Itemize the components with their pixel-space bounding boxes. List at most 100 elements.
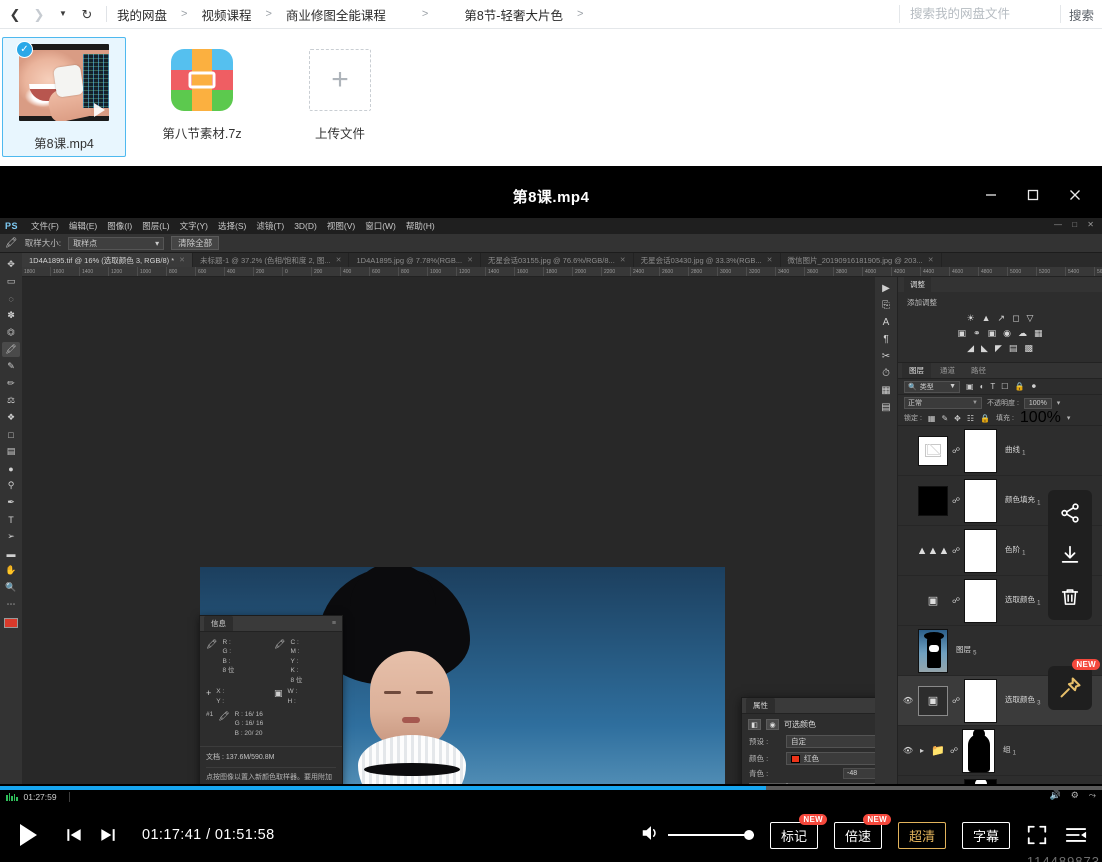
photo-filter-icon[interactable]: ◉ — [1003, 328, 1011, 339]
document-tab-5[interactable]: 微信图片_20190916181905.jpg @ 203... ✕ — [781, 253, 942, 267]
paragraph-panel-icon[interactable]: ¶ — [883, 334, 888, 345]
next-button[interactable] — [94, 821, 122, 849]
menu-select[interactable]: 选择(S) — [218, 220, 246, 232]
adjustments-header[interactable]: 调整 — [898, 277, 1102, 292]
table-row[interactable]: ☍ 曲线 1 — [898, 426, 1102, 476]
grid-panel-icon[interactable]: ▦ — [881, 385, 890, 396]
selected-check-icon[interactable]: ✓ — [16, 41, 33, 58]
info-palette-tab[interactable]: 信息 — [204, 616, 233, 631]
layer-mask-thumbnail[interactable] — [964, 428, 997, 473]
lock-artboard-icon[interactable]: ☷ — [967, 414, 974, 423]
threshold-icon[interactable]: ◤ — [995, 343, 1002, 354]
shape-tool-icon[interactable]: ▬ — [2, 546, 20, 561]
chevron-down-icon[interactable]: ▾ — [1067, 414, 1071, 422]
volume-slider[interactable] — [667, 828, 754, 842]
document-tab-3[interactable]: 无星会话03155.jpg @ 76.6%/RGB/8... ✕ — [481, 253, 634, 267]
tools-panel-icon[interactable]: ✂ — [882, 351, 890, 362]
mask-icon[interactable]: ◉ — [766, 719, 779, 730]
close-icon[interactable]: ✕ — [767, 256, 773, 264]
breadcrumb-item-1[interactable]: 视频课程 — [199, 5, 253, 24]
hue-saturation-icon[interactable]: ▣ — [958, 328, 967, 339]
path-selection-tool-icon[interactable]: ➢ — [2, 529, 20, 544]
marquee-tool-icon[interactable]: ▭ — [2, 274, 20, 289]
download-icon[interactable] — [1057, 542, 1083, 568]
opacity-value[interactable]: 100% — [1023, 397, 1052, 409]
layer-thumbnail-curves[interactable] — [918, 435, 948, 466]
tab-paths[interactable]: 路径 — [964, 363, 993, 378]
exit-fullscreen-icon[interactable]: ⤳ — [1089, 790, 1096, 801]
filter-smart-object-icon[interactable]: 🔒 — [1014, 382, 1024, 391]
photoshop-canvas[interactable]: ✧ 信息 ≡ 🖍 R : G : B : — [22, 277, 903, 862]
search-input[interactable] — [899, 0, 1060, 28]
upload-file-button[interactable]: + 上传文件 — [278, 37, 402, 157]
character-panel-icon[interactable]: A — [883, 317, 890, 328]
vibrance-icon[interactable]: ▽ — [1027, 313, 1034, 324]
volume-knob[interactable] — [743, 830, 754, 840]
close-icon[interactable]: ✕ — [928, 256, 934, 264]
clear-all-button[interactable]: 清除全部 — [171, 236, 220, 250]
pen-tool-icon[interactable]: ✒ — [2, 495, 20, 510]
file-item-archive[interactable]: 第八节素材.7z — [140, 37, 264, 157]
play-overlay-icon[interactable] — [94, 103, 105, 117]
hand-tool-icon[interactable]: ✋ — [2, 563, 20, 578]
move-tool-icon[interactable]: ✥ — [2, 257, 20, 272]
menu-window[interactable]: 窗口(W) — [365, 220, 396, 232]
eyedropper-tool-icon[interactable]: 🖍 — [2, 342, 20, 357]
speed-button[interactable]: 倍速 NEW — [833, 813, 891, 849]
share-icon[interactable] — [1057, 500, 1083, 526]
color-lookup-icon[interactable]: ▦ — [1034, 328, 1043, 339]
curves-icon[interactable]: ↗ — [998, 313, 1006, 324]
table-row[interactable]: 👁 ▸ 📁 ☍ 组 1 — [898, 726, 1102, 776]
brush-tool-icon[interactable]: ✏ — [2, 376, 20, 391]
filter-adjustment-icon[interactable]: ◐ — [980, 382, 985, 391]
layer-thumbnail-photo[interactable] — [918, 628, 948, 673]
close-icon[interactable]: ✕ — [620, 256, 626, 264]
menu-3d[interactable]: 3D(D) — [294, 221, 317, 231]
foreground-background-color-swatch[interactable] — [4, 618, 18, 628]
color-balance-icon[interactable]: ⚭ — [973, 328, 981, 339]
close-icon[interactable]: ✕ — [336, 256, 342, 264]
channel-mixer-icon[interactable]: ☁ — [1018, 328, 1027, 339]
posterize-icon[interactable]: ◣ — [981, 343, 988, 354]
history-brush-tool-icon[interactable]: ❖ — [2, 410, 20, 425]
properties-palette-tab[interactable]: 属性 — [746, 698, 775, 713]
video-thumbnail[interactable]: ✓ — [16, 41, 109, 121]
menu-file[interactable]: 文件(F) — [31, 220, 59, 232]
layer-visibility-icon[interactable]: 👁 — [902, 696, 914, 705]
search-button[interactable]: 搜索 — [1061, 0, 1102, 29]
plus-icon[interactable]: + — [309, 49, 371, 111]
progress-bar[interactable] — [0, 786, 1102, 790]
lock-position-icon[interactable]: ✥ — [954, 414, 961, 423]
crop-tool-icon[interactable]: ⏣ — [2, 325, 20, 340]
filter-shape-icon[interactable]: ☐ — [1001, 382, 1008, 391]
menu-type[interactable]: 文字(Y) — [180, 220, 208, 232]
zoom-tool-icon[interactable]: 🔍 — [2, 580, 20, 595]
layer-visibility-icon[interactable]: 👁 — [902, 746, 914, 755]
selective-color-icon[interactable]: ▩ — [1024, 343, 1033, 354]
invert-icon[interactable]: ◢ — [967, 343, 974, 354]
mark-button[interactable]: 标记 NEW — [769, 813, 827, 849]
layer-mask-thumbnail[interactable] — [962, 728, 995, 773]
tab-layers[interactable]: 图层 — [902, 363, 931, 378]
document-tab-4[interactable]: 无星会话03430.jpg @ 33.3%(RGB... ✕ — [634, 253, 781, 267]
layer-mask-thumbnail[interactable] — [964, 528, 997, 573]
volume-control[interactable] — [640, 822, 754, 849]
menu-filter[interactable]: 滤镜(T) — [256, 220, 284, 232]
gradient-map-icon[interactable]: ▤ — [1009, 343, 1018, 354]
menu-layer[interactable]: 图层(L) — [142, 220, 169, 232]
healing-brush-tool-icon[interactable]: ✎ — [2, 359, 20, 374]
document-tab-1[interactable]: 未标题-1 @ 37.2% (色相/饱和度 2, 图... ✕ — [193, 253, 350, 267]
forward-button[interactable]: ❯ — [28, 3, 50, 25]
close-icon[interactable]: ✕ — [467, 256, 473, 264]
subtitle-button[interactable]: 字幕 — [961, 821, 1010, 849]
file-item-video[interactable]: ✓ 第8课.mp4 — [2, 37, 126, 157]
history-panel-icon[interactable]: ⎘ — [882, 300, 890, 311]
menu-edit[interactable]: 编辑(E) — [69, 220, 97, 232]
layer-thumbnail-selective-color[interactable]: ▣ — [918, 685, 948, 716]
blend-mode-select[interactable]: 正常 ▼ — [904, 397, 982, 409]
breadcrumb-item-0[interactable]: 我的网盘 — [115, 5, 169, 24]
layer-mask-thumbnail[interactable] — [964, 678, 997, 723]
tab-channels[interactable]: 通道 — [933, 363, 962, 378]
play-panel-icon[interactable]: ▶ — [882, 283, 890, 294]
libraries-panel-icon[interactable]: ▤ — [881, 402, 890, 413]
